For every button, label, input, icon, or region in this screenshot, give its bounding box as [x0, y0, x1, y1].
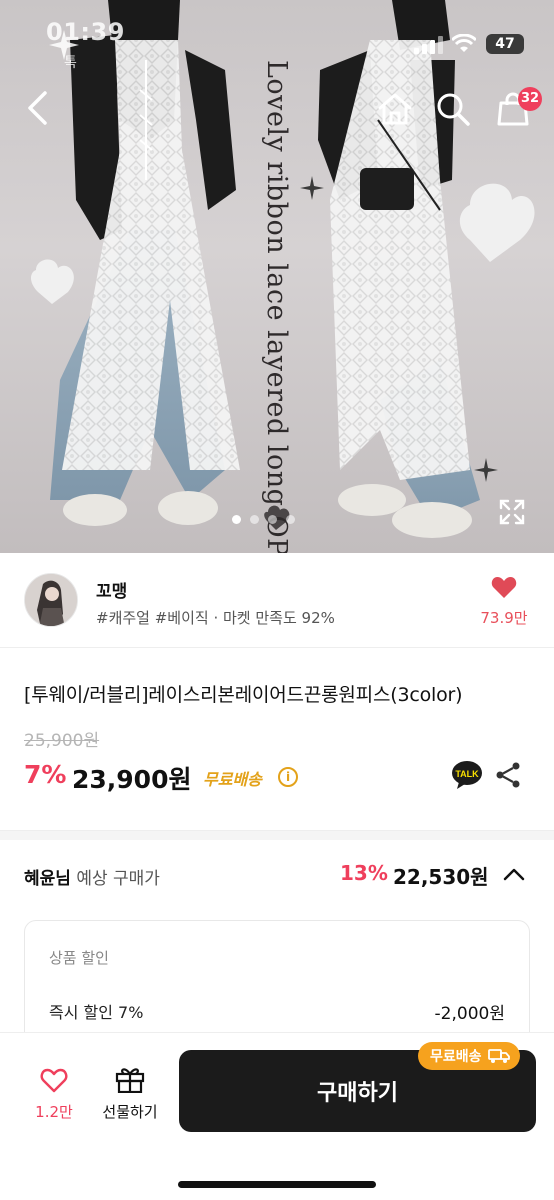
sale-price: 23,900원 — [72, 765, 192, 794]
home-indicator — [178, 1181, 376, 1188]
product-title: [투웨이/러블리]레이스리본레이어드끈롱원피스(3color) — [24, 684, 463, 706]
cart-count-badge: 32 — [518, 87, 542, 111]
gift-icon — [115, 1068, 145, 1094]
expected-discount-rate: 13% — [340, 861, 388, 885]
breakdown-row-value: -2,000원 — [434, 1004, 505, 1024]
seller-tags: #캐주얼 #베이직 · 마켓 만족도 92% — [96, 609, 335, 627]
discount-rate: 7% — [24, 760, 67, 789]
expected-price: 22,530원 — [393, 865, 489, 889]
free-shipping-badge-label: 무료배송 — [430, 1049, 482, 1065]
seller-like-button[interactable]: 73.9만 — [476, 575, 532, 628]
status-time: 01:39 — [46, 18, 125, 46]
truck-icon — [487, 1049, 510, 1063]
seller-like-count: 73.9만 — [480, 609, 528, 627]
original-price: 25,900원 — [24, 731, 100, 751]
share-icon[interactable] — [494, 761, 522, 789]
user-name: 혜윤님 — [24, 869, 71, 889]
section-divider — [0, 830, 554, 840]
chevron-up-icon[interactable] — [502, 862, 526, 886]
seller-row[interactable]: 꼬맹 #캐주얼 #베이직 · 마켓 만족도 92% 73.9만 — [0, 553, 554, 648]
carousel-dot — [250, 515, 259, 524]
carousel-dot — [286, 515, 295, 524]
chevron-left-icon — [28, 91, 47, 125]
free-shipping-label: 무료배송 — [203, 770, 262, 789]
seller-avatar-image — [25, 574, 77, 626]
wishlist-button[interactable]: 1.2만 — [28, 1067, 80, 1122]
bottom-action-bar: 1.2만 선물하기 구매하기 무료배송 — [0, 1032, 554, 1200]
search-icon — [437, 93, 470, 126]
gift-button[interactable]: 선물하기 — [94, 1065, 166, 1122]
seller-avatar[interactable] — [24, 573, 78, 627]
expected-price-caption: 예상 구매가 — [70, 869, 160, 889]
battery-indicator: 47 — [486, 34, 524, 54]
info-icon[interactable]: i — [278, 767, 298, 787]
carousel-dot — [268, 515, 277, 524]
seller-name[interactable]: 꼬맹 — [96, 577, 127, 602]
carousel-page-dots — [232, 515, 295, 524]
back-button[interactable] — [18, 88, 58, 128]
product-image-caption: Lovely ribbon lace layered long OPS — [261, 60, 292, 553]
expected-price-label: 혜윤님 예상 구매가 — [24, 864, 160, 889]
wifi-icon — [452, 34, 476, 52]
gift-label: 선물하기 — [102, 1103, 158, 1121]
carousel-dot — [232, 515, 241, 524]
kakaotalk-icon[interactable]: TALK — [451, 760, 483, 790]
status-bar: 01:39 톡 47 — [0, 0, 554, 71]
breakdown-row-label: 즉시 할인 7% — [49, 1003, 144, 1022]
breakdown-heading: 상품 할인 — [49, 949, 109, 967]
status-sub-label: 톡 — [64, 55, 77, 71]
svg-text:TALK: TALK — [455, 769, 479, 779]
free-shipping-badge: 무료배송 — [418, 1042, 520, 1070]
home-button[interactable] — [374, 88, 416, 130]
heart-outline-icon — [40, 1068, 68, 1093]
heart-filled-icon — [491, 577, 517, 598]
expand-icon[interactable] — [498, 498, 526, 526]
wishlist-count: 1.2만 — [35, 1103, 73, 1121]
product-image-carousel[interactable]: Lovely ribbon lace layered long OPS 01:3… — [0, 0, 554, 553]
home-icon — [378, 93, 412, 125]
search-button[interactable] — [432, 88, 474, 130]
cellular-signal-icon — [414, 36, 443, 54]
